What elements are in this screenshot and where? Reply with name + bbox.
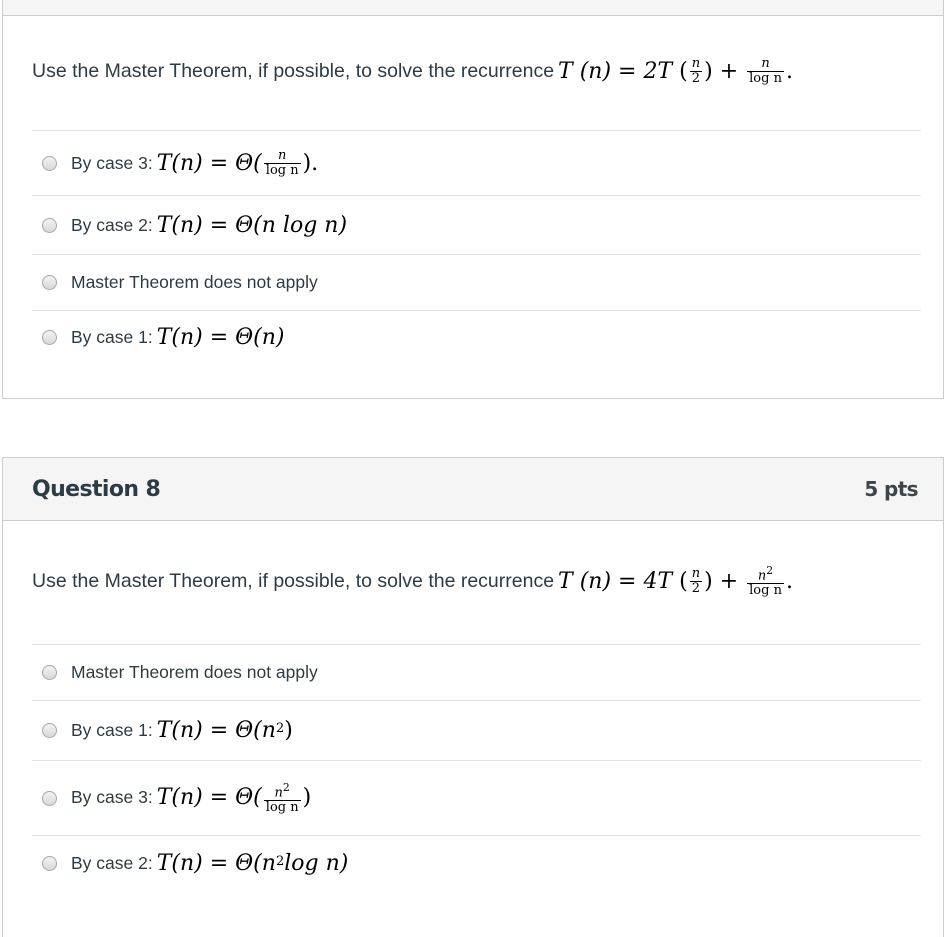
radio-button[interactable]	[42, 856, 57, 871]
exponent: 2	[275, 721, 285, 736]
period: .	[785, 568, 793, 594]
radio-button[interactable]	[42, 330, 57, 345]
answer-prefix: By case 3:	[71, 787, 153, 808]
question-7-card: Use the Master Theorem, if possible, to …	[2, 0, 944, 399]
fraction-n-over-2: n2	[689, 56, 703, 86]
answer-tail: )	[302, 785, 312, 811]
answer-label: By case 3: T(n) = Θ( n log n ).	[71, 149, 318, 177]
exponent: 2	[275, 854, 285, 869]
answer-fraction: n2 log n	[263, 780, 301, 815]
radio-button[interactable]	[42, 723, 57, 738]
question-8-answers: Master Theorem does not apply By case 1:…	[32, 644, 921, 891]
formula-lhs: T (n) =	[558, 568, 637, 594]
exponent: 2	[282, 780, 290, 794]
question-7-answers: By case 3: T(n) = Θ( n log n ). By case 2…	[32, 130, 921, 364]
answer-option[interactable]: By case 2: T(n) = Θ(n log n)	[32, 195, 921, 254]
fraction-n-over-2: n2	[689, 566, 703, 596]
answer-prefix: Master Theorem does not apply	[71, 662, 318, 682]
answer-math: T(n) = Θ(n	[156, 718, 276, 743]
answer-tail: ).	[302, 150, 319, 176]
formula-lhs: T (n) =	[558, 58, 637, 84]
frac-den: 2	[689, 70, 703, 86]
formula-coef: 2T	[643, 58, 673, 84]
radio-button[interactable]	[42, 790, 57, 806]
frac-num: n	[691, 566, 701, 582]
frac-den: log n	[747, 582, 784, 598]
answer-math: T(n) = Θ(n	[156, 851, 276, 876]
fraction-n2-over-logn: n2 log n	[747, 565, 784, 598]
answer-label: Master Theorem does not apply	[71, 272, 322, 293]
answer-math: T(n) = Θ(	[156, 785, 262, 811]
prompt-text: Use the Master Theorem, if possible, to …	[32, 59, 555, 82]
recurrence-formula: T (n) = 4T ( n 2) + n2 log n .	[558, 564, 793, 598]
answer-math: T(n) = Θ(n)	[156, 325, 285, 350]
formula-coef: 4T	[643, 568, 673, 594]
question-7-prompt: Use the Master Theorem, if possible, to …	[32, 57, 793, 85]
answer-math: T(n) = Θ(n log n)	[156, 212, 348, 238]
answer-fraction: n log n	[263, 147, 301, 178]
question-7-header	[3, 0, 943, 16]
prompt-text: Use the Master Theorem, if possible, to …	[32, 569, 555, 592]
answer-tail: log n)	[284, 851, 349, 876]
answer-option[interactable]: Master Theorem does not apply	[32, 644, 921, 700]
question-8-header: Question 8 5 pts	[3, 458, 943, 521]
frac-den: log n	[263, 162, 301, 178]
question-8-prompt: Use the Master Theorem, if possible, to …	[32, 565, 793, 598]
frac-num: n	[274, 785, 283, 801]
answer-prefix: By case 1:	[71, 327, 153, 347]
question-title: Question 8	[32, 476, 161, 502]
answer-label: By case 1: T(n) = Θ(n 2)	[71, 718, 293, 743]
frac-den: 2	[689, 580, 703, 596]
answer-label: By case 2: T(n) = Θ(n log n)	[71, 213, 347, 238]
answer-label: By case 3: T(n) = Θ( n2 log n )	[71, 782, 311, 815]
frac-num: n	[278, 147, 287, 163]
frac-den: log n	[263, 799, 301, 815]
plus-sign: +	[719, 568, 739, 594]
answer-option[interactable]: By case 3: T(n) = Θ( n2 log n )	[32, 760, 921, 835]
recurrence-formula: T (n) = 2T ( n 2) + n log n .	[558, 56, 793, 86]
answer-option[interactable]: By case 2: T(n) = Θ(n 2 log n)	[32, 835, 921, 891]
radio-button[interactable]	[42, 665, 57, 680]
radio-button[interactable]	[42, 217, 57, 233]
answer-prefix: By case 1:	[71, 720, 153, 740]
exponent: 2	[766, 564, 774, 577]
answer-prefix: Master Theorem does not apply	[71, 272, 318, 292]
radio-button[interactable]	[42, 275, 57, 290]
answer-option[interactable]: By case 1: T(n) = Θ(n)	[32, 310, 921, 364]
answer-math: T(n) = Θ(	[156, 150, 262, 176]
question-points: 5 pts	[864, 477, 918, 501]
answer-tail: )	[284, 718, 293, 743]
answer-option[interactable]: Master Theorem does not apply	[32, 254, 921, 310]
plus-sign: +	[719, 58, 739, 84]
radio-button[interactable]	[42, 155, 57, 171]
answer-label: By case 2: T(n) = Θ(n 2 log n)	[71, 851, 348, 876]
answer-option[interactable]: By case 3: T(n) = Θ( n log n ).	[32, 130, 921, 195]
answer-prefix: By case 3:	[71, 152, 153, 173]
period: .	[785, 58, 793, 84]
frac-num: n	[757, 568, 767, 584]
frac-num: n	[691, 56, 701, 71]
answer-prefix: By case 2:	[71, 853, 153, 873]
answer-prefix: By case 2:	[71, 214, 153, 235]
answer-label: By case 1: T(n) = Θ(n)	[71, 325, 285, 350]
answer-label: Master Theorem does not apply	[71, 662, 322, 683]
fraction-n-over-logn: n log n	[747, 57, 784, 85]
frac-num: n	[761, 56, 770, 71]
frac-den: log n	[747, 70, 784, 86]
answer-option[interactable]: By case 1: T(n) = Θ(n 2)	[32, 700, 921, 760]
question-8-card: Question 8 5 pts Use the Master Theorem,…	[2, 457, 944, 937]
